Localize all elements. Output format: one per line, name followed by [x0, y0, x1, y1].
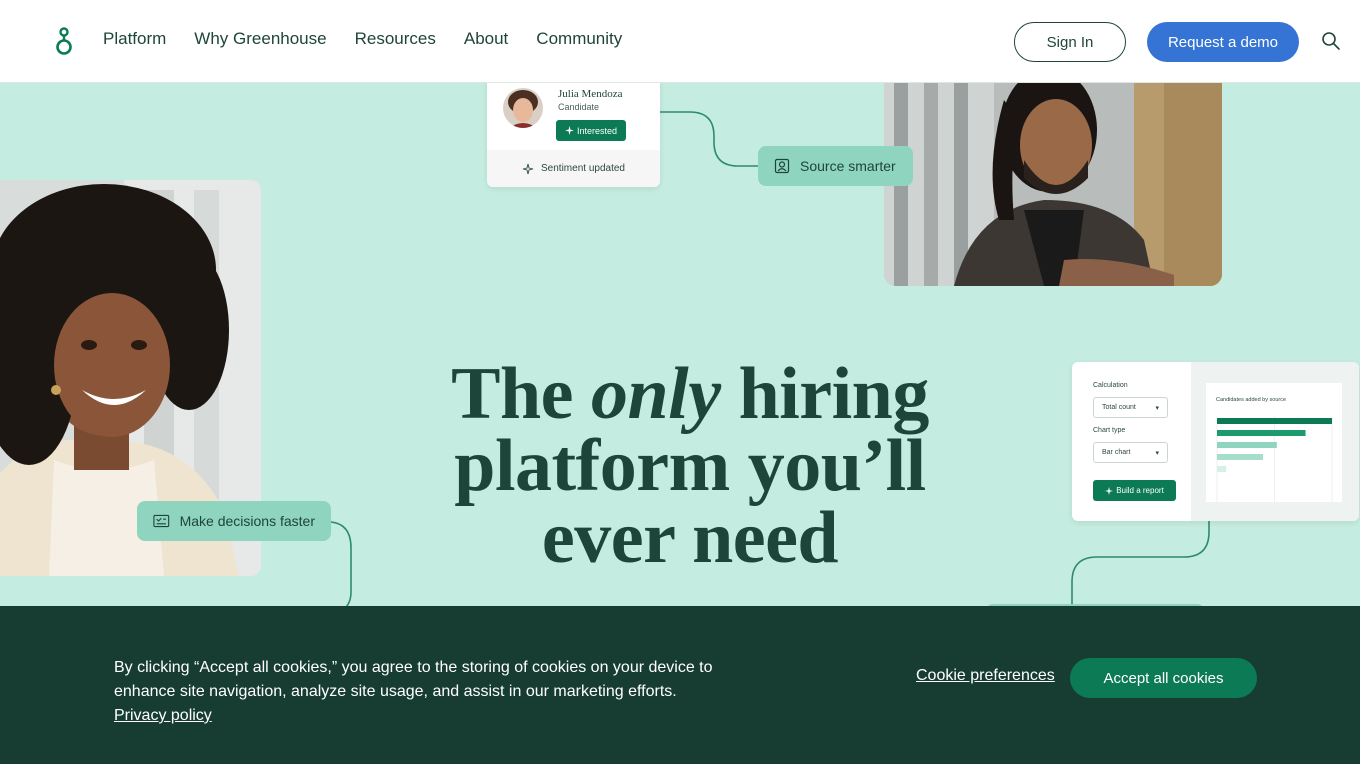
chevron-down-icon: ▾ — [1155, 449, 1159, 457]
request-demo-button[interactable]: Request a demo — [1147, 22, 1299, 62]
privacy-policy-link[interactable]: Privacy policy — [114, 707, 212, 724]
candidate-name: Julia Mendoza — [558, 88, 623, 100]
sign-in-button[interactable]: Sign In — [1014, 22, 1126, 62]
source-smarter-label: Source smarter — [800, 158, 896, 174]
decisions-faster-label: Make decisions faster — [179, 513, 315, 529]
candidate-role: Candidate — [558, 102, 600, 112]
photo-thoughtful-man — [884, 60, 1222, 286]
calculation-label: Calculation — [1093, 382, 1128, 389]
sentiment-footer: Sentiment updated — [487, 150, 660, 187]
hero-title-part1: The — [451, 353, 573, 435]
build-report-button[interactable]: Build a report — [1093, 480, 1176, 501]
nav-platform[interactable]: Platform — [103, 29, 166, 49]
cookie-preferences-link[interactable]: Cookie preferences — [916, 667, 1055, 685]
chart-bar — [1217, 454, 1263, 460]
site-header: Platform Why Greenhouse Resources About … — [0, 0, 1360, 83]
nav-community[interactable]: Community — [536, 29, 622, 49]
candidate-avatar — [503, 88, 543, 128]
hero-headline: The only hiring platform you’ll ever nee… — [400, 357, 980, 575]
sentiment-label: Sentiment updated — [541, 163, 625, 174]
chevron-down-icon: ▾ — [1155, 404, 1159, 412]
cookie-message: By clicking “Accept all cookies,” you ag… — [114, 656, 754, 728]
calculation-select[interactable]: Total count ▾ — [1093, 397, 1168, 418]
main-nav: Platform Why Greenhouse Resources About … — [103, 29, 622, 49]
hero-title-emphasis: only — [591, 353, 721, 435]
build-report-label: Build a report — [1116, 486, 1164, 495]
bar-chart: Candidates added by source 050100 — [1206, 383, 1342, 502]
chart-type-select[interactable]: Bar chart ▾ — [1093, 442, 1168, 463]
chart-type-value: Bar chart — [1102, 449, 1131, 456]
greenhouse-logo-icon[interactable] — [54, 26, 74, 58]
nav-why-greenhouse[interactable]: Why Greenhouse — [194, 29, 326, 49]
search-icon[interactable] — [1320, 30, 1342, 52]
report-builder-card: Calculation Total count ▾ Chart type Bar… — [1072, 362, 1359, 521]
person-search-icon — [774, 158, 790, 174]
candidate-card: Julia Mendoza Candidate Interested Senti… — [487, 72, 660, 187]
nav-about[interactable]: About — [464, 29, 508, 49]
source-smarter-pill: Source smarter — [758, 146, 913, 186]
decisions-faster-pill: Make decisions faster — [137, 501, 331, 541]
interested-badge: Interested — [556, 120, 626, 141]
chart-bar — [1217, 430, 1306, 436]
chart-bar — [1217, 418, 1332, 424]
badge-label: Interested — [576, 125, 618, 136]
cookie-banner: By clicking “Accept all cookies,” you ag… — [0, 606, 1360, 764]
report-preview: Candidates added by source 050100 — [1191, 362, 1359, 521]
nav-resources[interactable]: Resources — [355, 29, 436, 49]
calculation-value: Total count — [1102, 404, 1136, 411]
report-controls: Calculation Total count ▾ Chart type Bar… — [1072, 362, 1191, 521]
chart-type-label: Chart type — [1093, 427, 1126, 434]
sparkle-icon — [1105, 486, 1114, 495]
sparkle-icon — [564, 126, 574, 135]
sparkle-icon — [522, 163, 534, 174]
accept-cookies-button[interactable]: Accept all cookies — [1070, 658, 1257, 698]
cookie-message-text: By clicking “Accept all cookies,” you ag… — [114, 659, 713, 700]
chart-bar — [1217, 442, 1277, 448]
scorecard-icon — [153, 514, 170, 528]
bar-chart-svg: 050100 — [1216, 416, 1333, 502]
chart-bar — [1217, 466, 1227, 472]
